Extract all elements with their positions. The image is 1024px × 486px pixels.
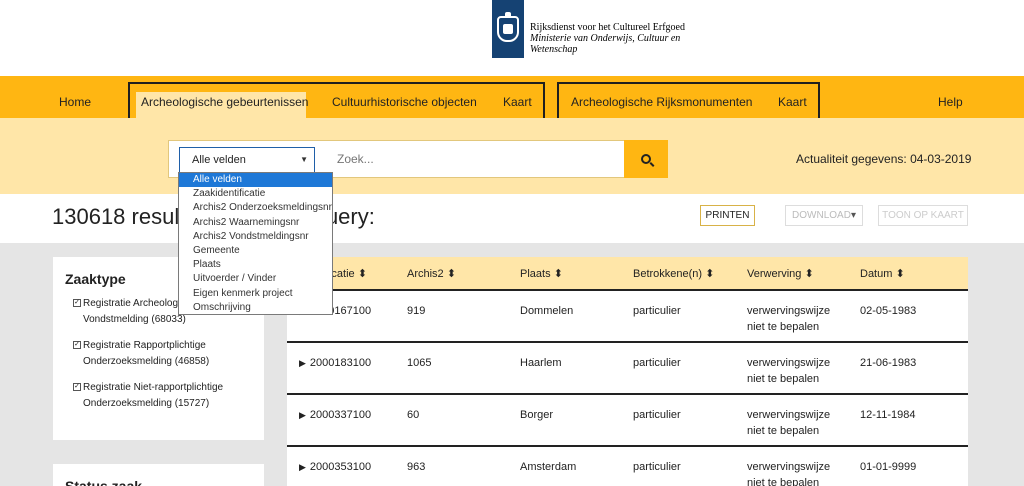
sort-icon: ⬍ [705, 268, 715, 280]
field-select-value: Alle velden [192, 154, 246, 166]
column-header[interactable]: Datum ⬍ [860, 257, 905, 291]
column-header[interactable]: Betrokkene(n) ⬍ [633, 257, 714, 291]
cell-betrokkenen: particulier [633, 357, 681, 369]
dropdown-option[interactable]: Archis2 Waarnemingsnr [179, 216, 332, 230]
logo-bar [492, 0, 524, 58]
results-table: Identificatie ⬍ Archis2 ⬍ Plaats ⬍ Betro… [287, 257, 968, 486]
data-freshness: Actualiteit gegevens: 04-03-2019 [796, 152, 972, 166]
sort-icon: ⬍ [357, 268, 367, 280]
cell-archis2: 963 [407, 461, 426, 473]
nav-arch-rijksmonumenten[interactable]: Archeologische Rijksmonumenten [571, 76, 752, 118]
column-header[interactable]: Plaats ⬍ [520, 257, 563, 291]
checkbox-checked[interactable]: ✓ [73, 341, 81, 349]
nav-arch-gebeurtenissen[interactable]: Archeologische gebeurtenissen [141, 76, 308, 118]
field-select-dropdown: Alle velden Zaakidentificatie Archis2 On… [178, 172, 333, 315]
dropdown-option[interactable]: Zaakidentificatie [179, 187, 332, 201]
sort-icon: ⬍ [804, 268, 814, 280]
nav-cult-objecten[interactable]: Cultuurhistorische objecten [332, 76, 477, 118]
cell-plaats: Amsterdam [520, 461, 577, 473]
expand-icon: ▶ [299, 410, 306, 420]
cell-datum: 02-05-1983 [860, 305, 917, 317]
download-label: DOWNLOAD [792, 210, 851, 221]
org-name: Rijksdienst voor het Cultureel Erfgoed [530, 22, 685, 33]
dropdown-option[interactable]: Archis2 Vondstmeldingsnr [179, 230, 332, 244]
cell-plaats: Borger [520, 409, 554, 421]
filter-title: Status zaak [65, 478, 143, 486]
table-row[interactable]: ▶ 2000337100 60 Borger particulier verwer… [287, 395, 968, 447]
checkbox-checked[interactable]: ✓ [73, 299, 81, 307]
column-header[interactable]: Verwerving ⬍ [747, 257, 814, 291]
cell-id[interactable]: ▶ 2000353100 [299, 459, 371, 475]
field-select[interactable]: Alle velden ▼ [179, 147, 315, 173]
nav-help[interactable]: Help [938, 76, 963, 118]
cell-id[interactable]: ▶ 2000337100 [299, 407, 371, 423]
filter-option-line1: Registratie Niet-rapportplichtige [83, 382, 224, 393]
dropdown-option[interactable]: Eigen kenmerk project [179, 287, 332, 301]
sort-icon: ⬍ [446, 268, 456, 280]
table-row[interactable]: ▶2000167100 919 Dommelen particulier ver… [287, 291, 968, 343]
table-header: Identificatie ⬍ Archis2 ⬍ Plaats ⬍ Betro… [287, 257, 968, 291]
cell-archis2: 60 [407, 409, 420, 421]
filter-option-line2: Onderzoeksmelding (46858) [83, 356, 210, 367]
checkbox-checked[interactable]: ✓ [73, 383, 81, 391]
cell-plaats: Dommelen [520, 305, 574, 317]
show-on-map-button[interactable]: TOON OP KAART [878, 205, 968, 226]
cell-verwerving: verwervingswijze niet te bepalen [747, 409, 831, 437]
cell-betrokkenen: particulier [633, 461, 681, 473]
caret-down-icon: ▾ [850, 210, 856, 221]
logo-text: Rijksdienst voor het Cultureel Erfgoed M… [524, 0, 685, 55]
dropdown-option[interactable]: Gemeente [179, 244, 332, 258]
ministry-line2: Wetenschap [530, 44, 578, 55]
rce-logo[interactable]: Rijksdienst voor het Cultureel Erfgoed M… [492, 0, 685, 58]
nav-kaart-1[interactable]: Kaart [503, 76, 532, 118]
site-header: Rijksdienst voor het Cultureel Erfgoed M… [0, 0, 1024, 76]
filter-title: Zaaktype [65, 271, 126, 287]
print-button[interactable]: PRINTEN [700, 205, 755, 226]
column-header[interactable]: Archis2 ⬍ [407, 257, 456, 291]
cell-verwerving: verwervingswijze niet te bepalen [747, 357, 831, 385]
search-button[interactable] [624, 140, 668, 178]
sort-icon: ⬍ [895, 268, 905, 280]
cell-archis2: 1065 [407, 357, 432, 369]
dropdown-option[interactable]: Uitvoerder / Vinder [179, 272, 332, 286]
expand-icon: ▶ [299, 358, 306, 368]
filter-option-line1: Registratie Rapportplichtige [83, 340, 206, 351]
search-input[interactable] [325, 141, 625, 177]
filter-status: Status zaak [53, 464, 264, 486]
dropdown-option-selected[interactable]: Alle velden [179, 173, 332, 188]
sort-icon: ⬍ [553, 268, 563, 280]
dropdown-option[interactable]: Archis2 Onderzoeksmeldingsnr [179, 201, 332, 215]
download-button[interactable]: DOWNLOAD▾ [785, 205, 863, 226]
chevron-down-icon: ▼ [300, 155, 308, 164]
filter-option-line2: Onderzoeksmelding (15727) [83, 398, 210, 409]
cell-betrokkenen: particulier [633, 409, 681, 421]
dropdown-option[interactable]: Plaats [179, 258, 332, 272]
filter-option[interactable]: ✓ Registratie Rapportplichtige Onderzoek… [73, 338, 253, 370]
cell-id[interactable]: ▶ 2000183100 [299, 355, 371, 371]
nav-home[interactable]: Home [59, 76, 91, 118]
ministry-line1: Ministerie van Onderwijs, Cultuur en [530, 33, 681, 44]
table-row[interactable]: ▶ 2000183100 1065 Haarlem particulier ver… [287, 343, 968, 395]
dropdown-option[interactable]: Omschrijving [179, 301, 332, 315]
cell-datum: 12-11-1984 [860, 409, 916, 421]
cell-verwerving: verwervingswijze niet te bepalen [747, 305, 831, 333]
nav-kaart-2[interactable]: Kaart [778, 76, 807, 118]
coat-of-arms-icon [497, 12, 519, 42]
filter-option[interactable]: ✓ Registratie Niet-rapportplichtige Onde… [73, 380, 253, 412]
cell-plaats: Haarlem [520, 357, 562, 369]
cell-datum: 01-01-9999 [860, 461, 917, 473]
expand-icon: ▶ [299, 462, 306, 472]
search-icon [641, 154, 651, 164]
cell-verwerving: verwervingswijze niet te bepalen [747, 461, 831, 486]
cell-datum: 21-06-1983 [860, 357, 917, 369]
cell-archis2: 919 [407, 305, 426, 317]
main-nav: Home Archeologische gebeurtenissen Cultu… [0, 76, 1024, 118]
search-band: Alle velden ▼ Actualiteit gegevens: 04-0… [0, 118, 1024, 194]
table-row[interactable]: ▶ 2000353100 963 Amsterdam particulier ve… [287, 447, 968, 486]
cell-betrokkenen: particulier [633, 305, 681, 317]
